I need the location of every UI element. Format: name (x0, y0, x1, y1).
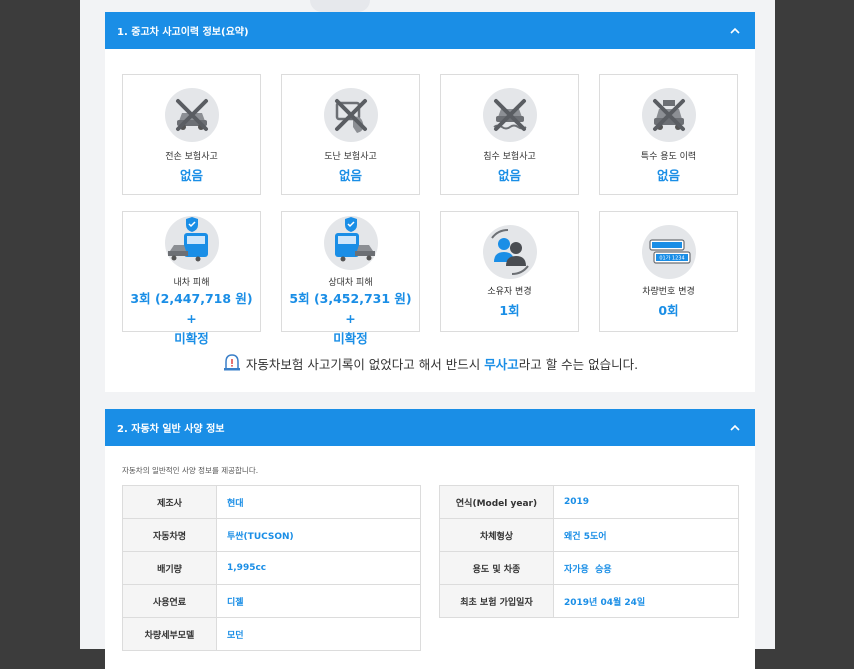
report-page: 1. 중고차 사고이력 정보(요약) 전손 보험사고 없음 도난 보험사고 없음… (80, 0, 775, 669)
section-title: 2. 자동차 일반 사양 정보 (117, 424, 225, 435)
card-value-line1: 3회 (2,447,718 원) + (130, 291, 253, 326)
top-decoration (310, 0, 370, 12)
section-header[interactable]: 1. 중고차 사고이력 정보(요약) (105, 12, 755, 49)
spec-table-left: 제조사 현대 자동차명 투싼(TUCSON) 배기량 1,995cc 사용연료 디젤 차… (122, 485, 421, 651)
section-header[interactable]: 2. 자동차 일반 사양 정보 (105, 409, 755, 446)
card-label: 차량번호 변경 (642, 287, 695, 297)
card-label: 소유자 변경 (487, 287, 532, 297)
general-spec-section: 2. 자동차 일반 사양 정보 자동차의 일반적인 사양 정보를 제공합니다. … (105, 409, 755, 669)
spec-value: 모던 (216, 617, 421, 651)
card-value: 없음 (656, 168, 680, 183)
other-damage-icon (323, 215, 379, 271)
plate-text: 01가 1234 (659, 255, 684, 262)
spec-key: 자동차명 (122, 518, 217, 552)
spec-value: 디젤 (216, 584, 421, 618)
spec-value: 2019 (553, 485, 739, 519)
chevron-up-icon[interactable] (725, 418, 745, 438)
card-value: 없음 (179, 168, 203, 183)
card-value: 없음 (497, 168, 521, 183)
spec-key: 제조사 (122, 485, 217, 519)
spec-key: 차체형상 (439, 518, 554, 552)
spec-key: 용도 및 차종 (439, 551, 554, 585)
total-loss-icon (164, 87, 220, 143)
spec-key: 최초 보험 가입일자 (439, 584, 554, 618)
accident-history-section: 1. 중고차 사고이력 정보(요약) 전손 보험사고 없음 도난 보험사고 없음… (105, 12, 755, 392)
card-value: 없음 (338, 168, 362, 183)
section-description: 자동차의 일반적인 사양 정보를 제공합니다. (122, 466, 259, 475)
card-label: 내차 피해 (173, 278, 210, 288)
spec-value: 2019년 04월 24일 (553, 584, 739, 618)
card-label: 전손 보험사고 (165, 152, 218, 162)
card-value: 1회 (499, 303, 520, 318)
table-row: 차량세부모델 모던 (122, 617, 421, 651)
card-value-line2: 미확정 (174, 331, 209, 346)
card-value-line1: 5회 (3,452,731 원) + (289, 291, 412, 326)
card-own-damage: 내차 피해 3회 (2,447,718 원) + 미확정 (122, 211, 261, 346)
spec-key: 차량세부모델 (122, 617, 217, 651)
spec-value: 왜건 5도어 (553, 518, 739, 552)
card-value: 3회 (2,447,718 원) + 미확정 (123, 289, 260, 349)
plate-change-icon: 01가 1234 (641, 224, 697, 280)
card-label: 도난 보험사고 (324, 152, 377, 162)
card-theft: 도난 보험사고 없음 (281, 74, 420, 195)
owner-change-icon (482, 224, 538, 280)
spec-key: 사용연료 (122, 584, 217, 618)
spec-key: 배기량 (122, 551, 217, 585)
section-title: 1. 중고차 사고이력 정보(요약) (117, 27, 249, 38)
card-value: 0회 (658, 303, 679, 318)
card-flood: 침수 보험사고 없음 (440, 74, 579, 195)
card-plate-change: 01가 1234 차량번호 변경 0회 (599, 211, 738, 332)
spec-key: 연식(Model year) (439, 485, 554, 519)
table-row: 배기량 1,995cc (122, 551, 421, 585)
card-total-loss: 전손 보험사고 없음 (122, 74, 261, 195)
spec-value: 1,995cc (216, 551, 421, 585)
table-row: 용도 및 차종 자가용 승용 (439, 551, 739, 585)
special-use-icon (641, 87, 697, 143)
card-label: 상대차 피해 (328, 278, 373, 288)
card-special-use: 특수 용도 이력 없음 (599, 74, 738, 195)
own-damage-icon (164, 215, 220, 271)
table-row: 차체형상 왜건 5도어 (439, 518, 739, 552)
card-label: 침수 보험사고 (483, 152, 536, 162)
table-row: 최초 보험 가입일자 2019년 04월 24일 (439, 584, 739, 618)
card-other-damage: 상대차 피해 5회 (3,452,731 원) + 미확정 (281, 211, 420, 346)
card-owner-change: 소유자 변경 1회 (440, 211, 579, 332)
alert-icon (222, 353, 242, 374)
table-row: 자동차명 투싼(TUCSON) (122, 518, 421, 552)
flood-icon (482, 87, 538, 143)
theft-icon (323, 87, 379, 143)
disclaimer-notice: 자동차보험 사고기록이 없었다고 해서 반드시 무사고라고 할 수는 없습니다. (105, 353, 755, 374)
spec-table-right: 연식(Model year) 2019 차체형상 왜건 5도어 용도 및 차종 자가용… (439, 485, 739, 618)
card-label: 특수 용도 이력 (640, 152, 697, 162)
card-value-line2: 미확정 (333, 331, 368, 346)
chevron-up-icon[interactable] (725, 21, 745, 41)
spec-value: 투싼(TUCSON) (216, 518, 421, 552)
notice-text: 자동차보험 사고기록이 없었다고 해서 반드시 무사고라고 할 수는 없습니다. (245, 357, 639, 372)
table-row: 사용연료 디젤 (122, 584, 421, 618)
card-value: 5회 (3,452,731 원) + 미확정 (282, 289, 419, 349)
spec-value: 자가용 승용 (553, 551, 739, 585)
table-row: 제조사 현대 (122, 485, 421, 519)
spec-value: 현대 (216, 485, 421, 519)
table-row: 연식(Model year) 2019 (439, 485, 739, 519)
